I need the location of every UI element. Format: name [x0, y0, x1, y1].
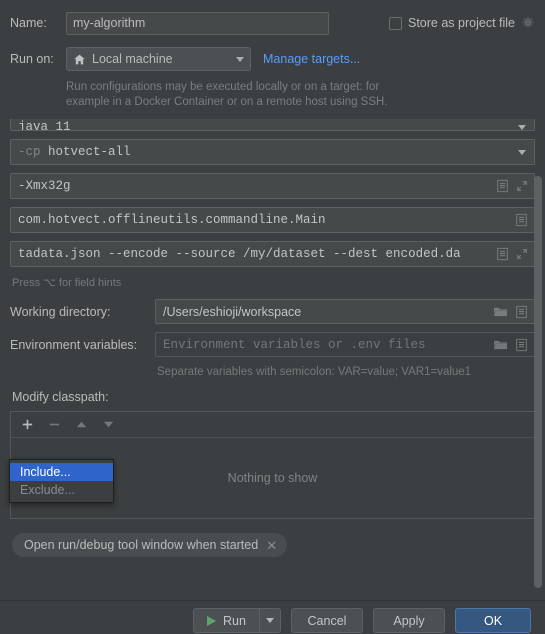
run-on-hint-line1: Run configurations may be executed local…	[66, 81, 380, 93]
menu-item-include[interactable]: Include...	[10, 463, 113, 481]
name-input[interactable]	[66, 11, 329, 35]
modify-options-row: Open run/debug tool window when started …	[10, 519, 535, 557]
menu-item-exclude: Exclude...	[20, 483, 75, 497]
home-icon	[74, 54, 85, 64]
play-icon	[207, 615, 217, 626]
expand-icon[interactable]	[516, 180, 528, 192]
macro-icon[interactable]	[496, 179, 509, 193]
run-button-label: Run	[223, 613, 246, 628]
chevron-down-icon	[236, 56, 244, 62]
expand-icon[interactable]	[516, 248, 528, 260]
working-directory-row: Working directory: /Users/eshioji/worksp…	[10, 299, 535, 324]
macro-icon[interactable]	[515, 213, 528, 227]
run-on-hint-line2: example in a Docker Container or on a re…	[66, 96, 388, 108]
field-hints-text: Press ⌥ for field hints	[12, 277, 122, 289]
working-directory-value: /Users/eshioji/workspace	[163, 304, 302, 319]
classpath-prefix: -cp	[18, 145, 41, 159]
run-on-row: Run on: Local machine Manage targets...	[0, 44, 545, 74]
run-on-value: Local machine	[92, 52, 173, 66]
environment-variables-hint: Separate variables with semicolon: VAR=v…	[157, 366, 472, 378]
run-debug-configuration-dialog: Name: Store as project file Run on: Loca…	[0, 6, 545, 634]
manage-targets-link[interactable]: Manage targets...	[263, 52, 360, 66]
macro-icon[interactable]	[515, 338, 528, 352]
folder-icon[interactable]	[493, 339, 508, 351]
main-class-field[interactable]: com.hotvect.offlineutils.commandline.Mai…	[10, 207, 535, 233]
close-icon[interactable]: ✕	[266, 539, 277, 552]
name-row: Name: Store as project file	[0, 6, 545, 40]
environment-variables-row: Environment variables: Environment varia…	[10, 332, 535, 357]
chevron-down-icon	[266, 618, 274, 623]
jre-value: java 11	[18, 120, 71, 131]
gear-icon[interactable]	[521, 16, 535, 30]
store-as-project-file-label: Store as project file	[408, 16, 515, 30]
store-as-project-file-checkbox[interactable]	[389, 16, 402, 30]
ok-button[interactable]: OK	[455, 608, 531, 633]
classpath-module-combobox[interactable]: -cp hotvect-all	[10, 139, 535, 165]
environment-variables-field[interactable]: Environment variables or .env files	[155, 332, 535, 357]
run-on-label: Run on:	[10, 52, 54, 66]
configuration-scroll-area[interactable]: java 11 -cp hotvect-all -Xmx32g com.hotv…	[0, 119, 545, 600]
scrollbar-thumb[interactable]	[534, 176, 542, 588]
run-on-combobox[interactable]: Local machine	[66, 47, 251, 71]
option-chip-open-run-debug-tool-window[interactable]: Open run/debug tool window when started …	[12, 533, 288, 557]
macro-icon[interactable]	[496, 247, 509, 261]
jre-combobox[interactable]: java 11	[10, 119, 535, 131]
dialog-header: Name: Store as project file Run on: Loca…	[0, 6, 545, 112]
chevron-down-icon	[518, 125, 526, 130]
chevron-down-icon	[518, 149, 526, 155]
modify-classpath-label: Modify classpath:	[12, 390, 109, 404]
working-directory-label: Working directory:	[10, 304, 111, 319]
cancel-button[interactable]: Cancel	[291, 608, 363, 633]
vm-options-field[interactable]: -Xmx32g	[10, 173, 535, 199]
dialog-footer: Run Cancel Apply OK	[0, 600, 545, 634]
program-arguments-value: tadata.json --encode --source /my/datase…	[18, 247, 461, 261]
vertical-scrollbar[interactable]	[534, 176, 542, 588]
run-button-group[interactable]: Run	[193, 608, 281, 633]
classpath-toolbar	[11, 412, 534, 438]
move-up-icon	[76, 421, 87, 428]
option-chip-label: Open run/debug tool window when started	[24, 538, 259, 552]
classpath-add-menu[interactable]: Include... Exclude...	[9, 459, 114, 503]
classpath-value: hotvect-all	[48, 145, 131, 159]
run-on-hint: Run configurations may be executed local…	[0, 74, 545, 112]
name-label: Name:	[10, 16, 47, 30]
vm-options-value: -Xmx32g	[18, 179, 71, 193]
move-down-icon	[103, 421, 114, 428]
store-as-project-file-group[interactable]: Store as project file	[389, 16, 535, 30]
run-button[interactable]: Run	[193, 608, 259, 633]
main-class-value: com.hotvect.offlineutils.commandline.Mai…	[18, 213, 326, 227]
apply-button[interactable]: Apply	[373, 608, 445, 633]
add-icon[interactable]	[21, 418, 34, 431]
remove-icon	[49, 423, 60, 426]
working-directory-field[interactable]: /Users/eshioji/workspace	[155, 299, 535, 324]
environment-variables-label: Environment variables:	[10, 337, 138, 352]
run-dropdown-button[interactable]	[259, 608, 281, 633]
environment-variables-placeholder: Environment variables or .env files	[163, 337, 426, 352]
folder-icon[interactable]	[493, 306, 508, 318]
macro-icon[interactable]	[515, 305, 528, 319]
program-arguments-field[interactable]: tadata.json --encode --source /my/datase…	[10, 241, 535, 267]
